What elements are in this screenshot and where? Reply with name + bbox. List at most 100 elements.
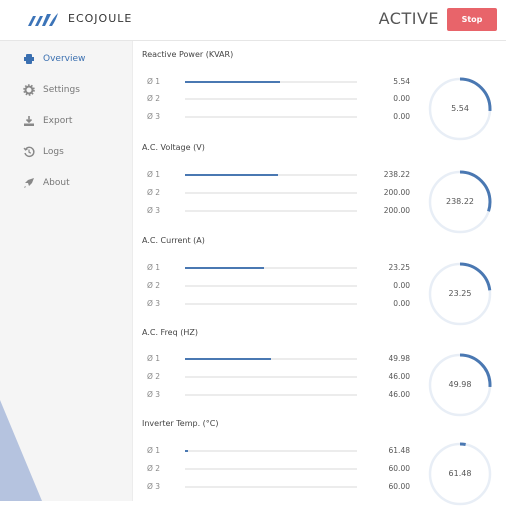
phase-value: 60.00 <box>388 482 410 491</box>
phase-bar <box>185 98 357 100</box>
phase-row: Ø 2 46.00 <box>133 371 423 383</box>
phase-bar-fill <box>185 267 265 269</box>
phase-bar <box>185 303 357 305</box>
phase-value: 61.48 <box>388 446 410 455</box>
ecojoule-logo-icon <box>28 13 58 26</box>
history-icon <box>23 146 35 157</box>
phase-bar <box>185 285 357 287</box>
phase-label: Ø 2 <box>147 188 161 197</box>
phase-label: Ø 3 <box>147 299 161 308</box>
phase-bar <box>185 468 357 470</box>
phase-bar <box>185 210 357 212</box>
phase-label: Ø 2 <box>147 372 161 381</box>
gauge-value: 23.25 <box>448 289 472 298</box>
phase-label: Ø 3 <box>147 390 161 399</box>
phase-row: Ø 3 0.00 <box>133 111 423 123</box>
section-title: Inverter Temp. (°C) <box>142 419 219 428</box>
phase-value: 60.00 <box>388 464 410 473</box>
phase-value: 200.00 <box>383 188 410 197</box>
section-reactive-power: Reactive Power (KVAR) Ø 1 5.54 Ø 2 0.00 … <box>133 50 506 144</box>
phase-bar <box>185 376 357 378</box>
section-title: Reactive Power (KVAR) <box>142 50 234 59</box>
phase-row: Ø 2 0.00 <box>133 93 423 105</box>
phase-value: 0.00 <box>393 112 410 121</box>
sidebar-item-label: Logs <box>43 147 64 157</box>
brand-name: ECOJOULE <box>68 12 133 25</box>
phase-bar <box>185 116 357 118</box>
phase-value: 23.25 <box>388 263 410 272</box>
phase-bar-fill <box>185 81 280 83</box>
gauge: 238.22 <box>427 169 493 235</box>
section-ac-current: A.C. Current (A) Ø 1 23.25 Ø 2 0.00 Ø 3 … <box>133 236 506 330</box>
phase-row: Ø 1 49.98 <box>133 353 423 365</box>
gauge-value: 49.98 <box>448 380 472 389</box>
phase-bar-fill <box>185 450 189 452</box>
phase-label: Ø 3 <box>147 112 161 121</box>
phase-label: Ø 1 <box>147 170 161 179</box>
phase-row: Ø 3 0.00 <box>133 298 423 310</box>
phase-bar <box>185 174 357 176</box>
section-title: A.C. Voltage (V) <box>142 143 205 152</box>
phase-row: Ø 3 46.00 <box>133 389 423 401</box>
overview-panel: Reactive Power (KVAR) Ø 1 5.54 Ø 2 0.00 … <box>133 41 506 506</box>
phase-bar <box>185 267 357 269</box>
system-status: ACTIVE <box>378 9 439 28</box>
gauge: 49.98 <box>427 352 493 418</box>
gauge: 23.25 <box>427 261 493 327</box>
gear-icon <box>23 84 35 96</box>
sidebar-item-label: Settings <box>43 85 80 95</box>
phase-bar-fill <box>185 174 278 176</box>
phase-label: Ø 1 <box>147 77 161 86</box>
phase-bar <box>185 394 357 396</box>
section-title: A.C. Freq (HZ) <box>142 328 198 337</box>
phase-value: 46.00 <box>388 372 410 381</box>
section-ac-voltage: A.C. Voltage (V) Ø 1 238.22 Ø 2 200.00 Ø… <box>133 143 506 237</box>
phase-label: Ø 3 <box>147 482 161 491</box>
phase-value: 5.54 <box>393 77 410 86</box>
phase-label: Ø 2 <box>147 464 161 473</box>
sidebar-item-label: About <box>43 178 70 188</box>
phase-bar <box>185 192 357 194</box>
decorative-corner <box>0 400 42 501</box>
phase-label: Ø 1 <box>147 263 161 272</box>
sidebar-item-label: Export <box>43 116 73 126</box>
phase-value: 0.00 <box>393 281 410 290</box>
phase-bar <box>185 450 357 452</box>
phase-value: 46.00 <box>388 390 410 399</box>
gauge-value: 61.48 <box>448 469 472 478</box>
phase-value: 0.00 <box>393 299 410 308</box>
phase-row: Ø 1 238.22 <box>133 169 423 181</box>
dashboard-icon <box>24 54 34 64</box>
phase-row: Ø 1 23.25 <box>133 262 423 274</box>
phase-row: Ø 3 200.00 <box>133 205 423 217</box>
phase-bar-fill <box>185 358 271 360</box>
gauge-value: 238.22 <box>446 197 474 206</box>
gauge: 5.54 <box>427 76 493 142</box>
section-inverter-temp: Inverter Temp. (°C) Ø 1 61.48 Ø 2 60.00 … <box>133 419 506 513</box>
sidebar-item-overview[interactable]: Overview <box>23 51 85 67</box>
phase-value: 0.00 <box>393 94 410 103</box>
phase-value: 200.00 <box>383 206 410 215</box>
sidebar-item-export[interactable]: Export <box>23 113 72 129</box>
sidebar-item-logs[interactable]: Logs <box>23 144 64 160</box>
phase-bar <box>185 486 357 488</box>
phase-bar <box>185 358 357 360</box>
phase-value: 238.22 <box>383 170 410 179</box>
top-bar: ECOJOULE ACTIVE Stop <box>0 0 506 41</box>
phase-label: Ø 1 <box>147 354 161 363</box>
phase-value: 49.98 <box>388 354 410 363</box>
gauge: 61.48 <box>427 441 493 507</box>
gauge-value: 5.54 <box>451 104 469 113</box>
section-title: A.C. Current (A) <box>142 236 205 245</box>
phase-row: Ø 2 0.00 <box>133 280 423 292</box>
stop-button[interactable]: Stop <box>447 8 497 31</box>
download-icon <box>24 116 34 126</box>
section-ac-freq: A.C. Freq (HZ) Ø 1 49.98 Ø 2 46.00 Ø 3 4… <box>133 328 506 422</box>
phase-row: Ø 1 61.48 <box>133 445 423 457</box>
phase-row: Ø 2 60.00 <box>133 463 423 475</box>
sidebar-item-label: Overview <box>43 54 86 64</box>
phase-row: Ø 2 200.00 <box>133 187 423 199</box>
sidebar-item-about[interactable]: About <box>23 175 70 191</box>
rocket-icon <box>24 178 34 188</box>
sidebar-item-settings[interactable]: Settings <box>23 82 80 98</box>
